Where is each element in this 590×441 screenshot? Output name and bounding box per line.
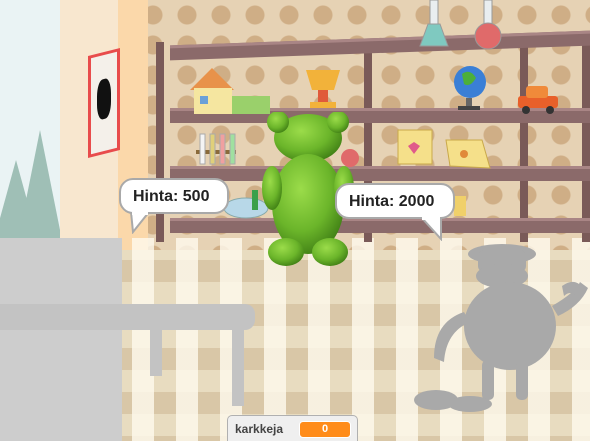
variable-name: karkkeja bbox=[235, 422, 284, 436]
globe-icon bbox=[454, 66, 486, 110]
price-text: Hinta: 2000 bbox=[349, 193, 435, 210]
house-icon bbox=[190, 68, 270, 114]
speech-tail bbox=[129, 212, 151, 234]
jar-icon bbox=[454, 196, 466, 216]
toy-car-icon bbox=[518, 86, 558, 114]
cards-icon bbox=[397, 129, 491, 169]
shopkeeper-price-bubble: Hinta: 2000 bbox=[335, 183, 455, 241]
variable-monitor[interactable]: karkkeja 0 bbox=[227, 415, 358, 441]
variable-value: 0 bbox=[299, 421, 351, 438]
counter-leg bbox=[232, 326, 244, 406]
speech-tail bbox=[419, 217, 442, 241]
counter-top bbox=[0, 304, 255, 330]
flask-icon bbox=[474, 0, 502, 50]
price-text: Hinta: 500 bbox=[133, 188, 210, 205]
trophy-icon bbox=[306, 70, 340, 108]
game-stage[interactable]: Hinta: 500 Hinta: 2000 karkkeja 0 bbox=[0, 0, 590, 441]
gummy-bear-price-bubble: Hinta: 500 bbox=[119, 178, 229, 234]
counter-leg bbox=[150, 326, 162, 376]
test-tubes-icon bbox=[196, 133, 236, 165]
flask-icon bbox=[419, 0, 449, 47]
shopkeeper-sprite[interactable] bbox=[412, 242, 590, 414]
shop-counter bbox=[0, 238, 122, 441]
